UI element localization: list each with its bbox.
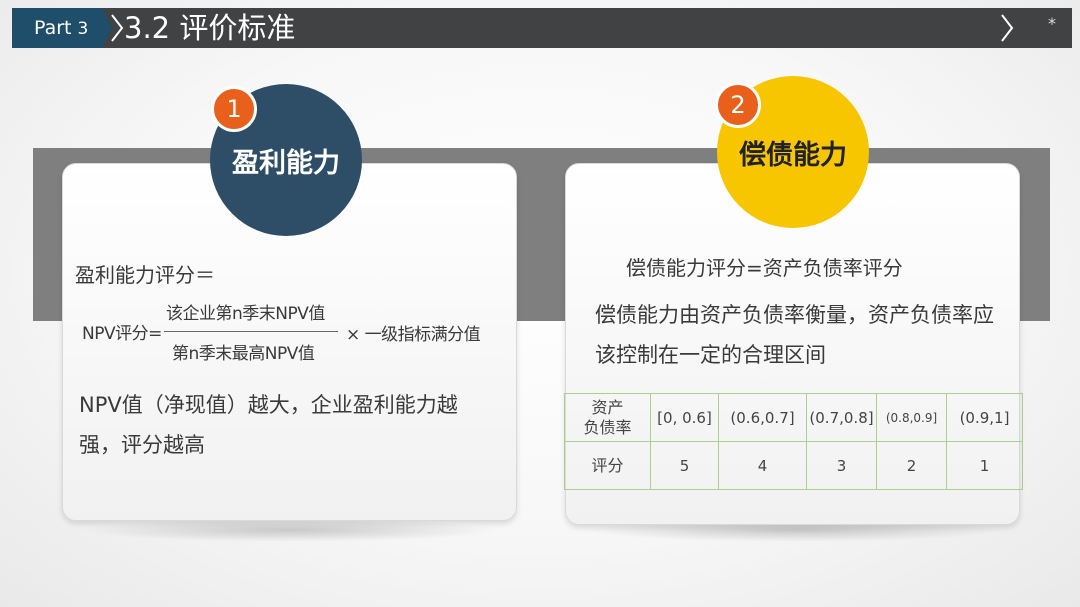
table-cell-score: 3 <box>806 441 877 490</box>
table-cell-range: [0, 0.6] <box>650 393 719 442</box>
table-row: 资产 负债率 [0, 0.6] (0.6,0.7] (0.7,0.8] (0.8… <box>564 393 1023 442</box>
chevron-right-icon <box>1001 14 1014 42</box>
table-cell-score: 5 <box>650 441 719 490</box>
fraction-numerator: 该企业第n季末NPV值 <box>166 304 325 324</box>
profitability-formula-lhs: 盈利能力评分＝ <box>75 263 215 287</box>
fraction-bar <box>164 331 338 332</box>
npv-score-label: NPV评分= <box>82 324 162 344</box>
card-shadow <box>80 518 500 542</box>
fraction-denominator: 第n季末最高NPV值 <box>172 344 315 364</box>
table-cell-score: 1 <box>946 441 1023 490</box>
header-line-1: 资产 <box>591 397 624 417</box>
debt-ratio-score-table: 资产 负债率 [0, 0.6] (0.6,0.7] (0.7,0.8] (0.8… <box>564 393 1023 490</box>
part-number: 3 <box>77 19 89 39</box>
part-tab: Part 3 <box>12 8 112 48</box>
header-line-2: 负债率 <box>583 417 632 437</box>
table-cell-range: (0.8,0.9] <box>876 393 947 442</box>
table-cell-score: 2 <box>876 441 947 490</box>
table-row: 评分 5 4 3 2 1 <box>564 441 1023 490</box>
number-badge-1: 1 <box>211 86 257 132</box>
table-cell-range: (0.9,1] <box>946 393 1023 442</box>
page-title: 3.2 评价标准 <box>124 11 296 45</box>
solvency-formula: 偿债能力评分=资产负债率评分 <box>626 256 903 280</box>
table-header-score: 评分 <box>564 441 651 490</box>
number-badge-2: 2 <box>715 82 761 128</box>
solvency-description: 偿债能力由资产负债率衡量，资产负债率应该控制在一定的合理区间 <box>595 303 994 367</box>
table-header-debt-ratio: 资产 负债率 <box>564 393 651 442</box>
chevron-right-icon <box>111 14 124 42</box>
profitability-description: NPV值（净现值）越大，企业盈利能力越强，评分越高 <box>79 393 458 457</box>
table-cell-range: (0.6,0.7] <box>718 393 807 442</box>
part-label: Part <box>34 17 72 39</box>
header-star: * <box>1048 14 1056 33</box>
formula-multiplier: × 一级指标满分值 <box>346 325 481 345</box>
table-cell-range: (0.7,0.8] <box>806 393 877 442</box>
header-bar: Part 3 3.2 评价标准 * <box>12 8 1072 48</box>
table-cell-score: 4 <box>718 441 807 490</box>
